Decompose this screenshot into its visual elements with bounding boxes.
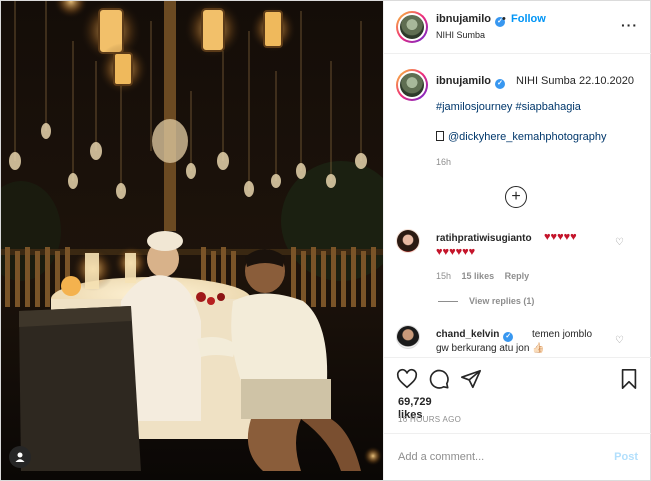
view-replies-divider xyxy=(438,301,458,302)
commenter-avatar[interactable] xyxy=(396,325,420,349)
comment-like-heart-icon[interactable]: ♡ xyxy=(615,237,624,248)
post-actions: 69,729 likes 16 HOURS AGO xyxy=(384,357,651,437)
verified-badge-icon: ✓ xyxy=(503,332,514,342)
author-avatar[interactable] xyxy=(396,11,428,43)
post-timestamp: 16 HOURS AGO xyxy=(398,415,462,424)
comment-like-heart-icon[interactable]: ♡ xyxy=(615,335,624,346)
proposal-photo-illustration xyxy=(1,1,383,480)
post-photo[interactable] xyxy=(1,1,383,480)
comment-hearts-line2: ♥♥♥♥♥♥ xyxy=(436,246,476,258)
caption-username-text[interactable]: ibnujamilo xyxy=(436,75,491,87)
caption-time: 16h xyxy=(436,157,452,167)
save-bookmark-icon[interactable] xyxy=(618,368,640,390)
comment-bubble-icon[interactable] xyxy=(428,368,450,390)
comment-text-line2: gw berkurang atu jon 👍🏻 xyxy=(436,343,545,354)
post-modal: ibnujamilo ✓ • Follow NIHI Sumba ··· ibnu… xyxy=(0,0,651,481)
username-text[interactable]: ibnujamilo xyxy=(436,13,491,25)
like-heart-icon[interactable] xyxy=(396,368,418,390)
reply-button[interactable]: Reply xyxy=(505,271,530,281)
share-paper-plane-icon[interactable] xyxy=(460,368,482,390)
comment-text: temen jomblo xyxy=(532,329,593,340)
caption-hashtags[interactable]: #jamilosjourney #siapbahagia xyxy=(436,101,581,113)
comment-username[interactable]: ratihpratiwisugianto xyxy=(436,233,532,244)
view-replies-button[interactable]: View replies (1) xyxy=(469,296,534,306)
caption-text: NIHI Sumba 22.10.2020 xyxy=(516,75,635,87)
separator-dot: • xyxy=(502,13,506,25)
add-comment-bar: Post xyxy=(384,433,651,480)
post-side-panel: ibnujamilo ✓ • Follow NIHI Sumba ··· ibnu… xyxy=(383,1,651,480)
author-username-header[interactable]: ibnujamilo ✓ xyxy=(436,13,505,27)
load-more-comments-button[interactable]: + xyxy=(505,186,527,208)
comment-meta: 15h 15 likes Reply xyxy=(436,271,537,281)
likes-count[interactable]: 69,729 xyxy=(398,396,432,408)
comment-time: 15h xyxy=(436,271,452,281)
caption-username[interactable]: ibnujamilo ✓ xyxy=(436,75,505,89)
photographer-credit[interactable]: @dickyhere_kemahphotography xyxy=(436,131,607,143)
comment-username[interactable]: chand_kelvin ✓ xyxy=(436,329,514,342)
comment-like-count[interactable]: 15 likes xyxy=(462,271,495,281)
camera-glyph-icon xyxy=(436,131,444,141)
post-location[interactable]: NIHI Sumba xyxy=(436,30,485,40)
post-header: ibnujamilo ✓ • Follow NIHI Sumba ··· xyxy=(384,1,651,54)
commenter-avatar[interactable] xyxy=(396,229,420,253)
post-comment-button[interactable]: Post xyxy=(614,451,638,463)
comment-hearts: ♥♥♥♥♥ xyxy=(544,231,577,243)
comments-section[interactable]: ibnujamilo ✓ NIHI Sumba 22.10.2020 #jamil… xyxy=(384,55,651,357)
follow-button[interactable]: Follow xyxy=(511,13,546,25)
tagged-user-icon[interactable] xyxy=(9,446,31,468)
add-comment-input[interactable] xyxy=(398,447,598,467)
verified-badge-icon: ✓ xyxy=(495,79,505,89)
photographer-handle[interactable]: @dickyhere_kemahphotography xyxy=(448,131,607,143)
comment-username-text[interactable]: chand_kelvin xyxy=(436,329,499,340)
caption-avatar[interactable] xyxy=(396,69,428,101)
more-options-icon[interactable]: ··· xyxy=(621,17,638,33)
